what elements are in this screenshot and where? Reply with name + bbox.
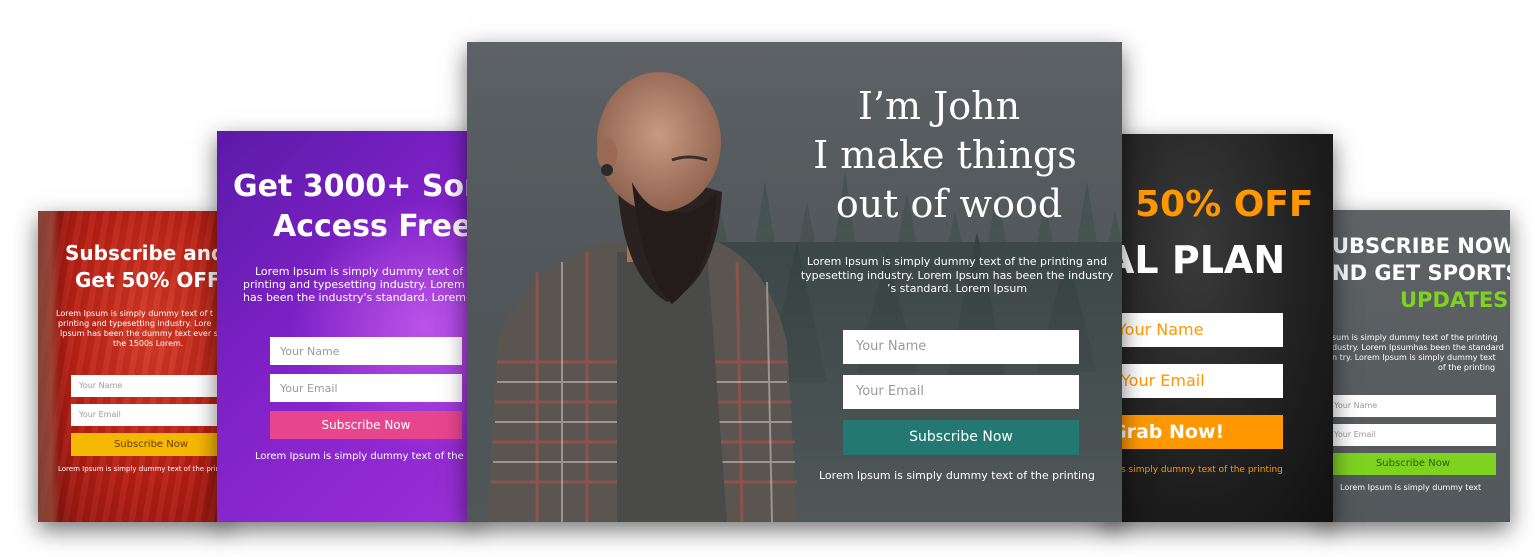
grab-now-button[interactable]: Grab Now! [1105,415,1283,449]
email-field-placeholder: Your Email [1121,371,1205,390]
name-field[interactable]: Your Name [270,337,462,365]
card-headline: UBSCRIBE NOW [1332,234,1510,258]
main-body-text: Lorem Ipsum is simply dummy text of the … [806,255,1108,268]
email-field-placeholder: Your Email [79,410,121,419]
email-field[interactable]: Your Email [270,374,462,402]
subscribe-button[interactable]: Subscribe Now [270,411,462,439]
card-headline: AL PLAN [1105,238,1286,282]
subscribe-card-dark: 50% OFF AL PLAN Your Name Your Email Gra… [1105,134,1333,522]
card-headline: Get 3000+ Song [233,169,477,204]
card-body-text: Lorem Ipsum is simply dummy text of the [255,265,477,278]
card-body-text: the 1500s Lorem. [113,339,184,348]
main-body-text: ’s standard. Lorem Ipsum [886,282,1028,295]
card-footer-text: Lorem Ipsum is simply dummy text of the … [58,465,221,473]
card-body-text: printing and typesetting industry. Lorem… [243,278,477,291]
subscribe-card-gray: UBSCRIBE NOW ND GET SPORTS UPDATES sum i… [1320,210,1510,522]
card-footer-text: Lorem Ipsum is simply dummy text [1340,483,1482,492]
subscribe-button[interactable]: Subscribe Now [1330,453,1496,475]
name-field[interactable]: Your Name [1330,395,1496,417]
main-footer-text: Lorem Ipsum is simply dummy text of the … [819,469,1095,482]
email-field-placeholder: Your Email [280,382,338,395]
card-body-text: Lorem Ipsum is simply dummy text of t [56,309,214,318]
name-field-placeholder: Your Name [79,381,123,390]
card-headline: Access Free [273,209,473,244]
email-field-placeholder: Your Email [856,384,924,399]
card-headline: ND GET SPORTS [1332,261,1510,285]
email-field[interactable]: Your Email [843,375,1079,409]
email-field[interactable]: Your Email [71,404,228,426]
card-footer-text: s simply dummy text of the printing [1121,465,1283,475]
email-field-placeholder: Your Email [1334,430,1376,439]
email-field[interactable]: Your Email [1105,364,1283,398]
name-field[interactable]: Your Name [843,330,1079,364]
name-field-placeholder: Your Name [1117,320,1204,339]
name-field[interactable]: Your Name [71,375,228,397]
subscribe-card-purple: Get 3000+ Song Access Free Lorem Ipsum i… [217,131,477,522]
subscribe-button[interactable]: Subscribe Now [71,433,228,456]
card-body-text: of the printing [1438,363,1496,372]
card-headline: 50% OFF [1135,184,1314,225]
subscribe-card-red: Subscribe and Get 50% OFF Lorem Ipsum is… [38,211,228,522]
subscribe-card-main: I’m John I make things out of wood Lorem… [467,42,1122,522]
card-headline-accent: UPDATES [1400,288,1509,312]
main-headline: I make things [813,133,1077,177]
name-field-placeholder: Your Name [856,339,927,354]
card-body-text: printing and typesetting industry. Lore [58,319,212,328]
card-body-text: sum is simply dummy text of the printing [1332,333,1498,342]
card-body-text: dustry. Lorem Ipsumhas been the standard [1332,343,1504,352]
card-footer-text: Lorem Ipsum is simply dummy text of the … [255,451,477,462]
name-field-placeholder: Your Name [280,345,340,358]
card-body-text: Ipsum has been the dummy text ever si [60,329,221,338]
card-body-text: n try. Lorem Ipsum is simply dummy text [1332,353,1496,362]
card-headline: Get 50% OFF [75,268,221,292]
name-field[interactable]: Your Name [1105,313,1283,347]
card-body-text: has been the industry's standard. Lorem … [243,291,477,304]
name-field-placeholder: Your Name [1334,401,1378,410]
subscribe-button[interactable]: Subscribe Now [843,420,1079,455]
main-headline: I’m John [857,84,1021,128]
email-field[interactable]: Your Email [1330,424,1496,446]
card-headline: Subscribe and [65,241,226,265]
main-headline: out of wood [835,182,1063,226]
main-body-text: typesetting industry. Lorem Ipsum has be… [800,269,1114,282]
